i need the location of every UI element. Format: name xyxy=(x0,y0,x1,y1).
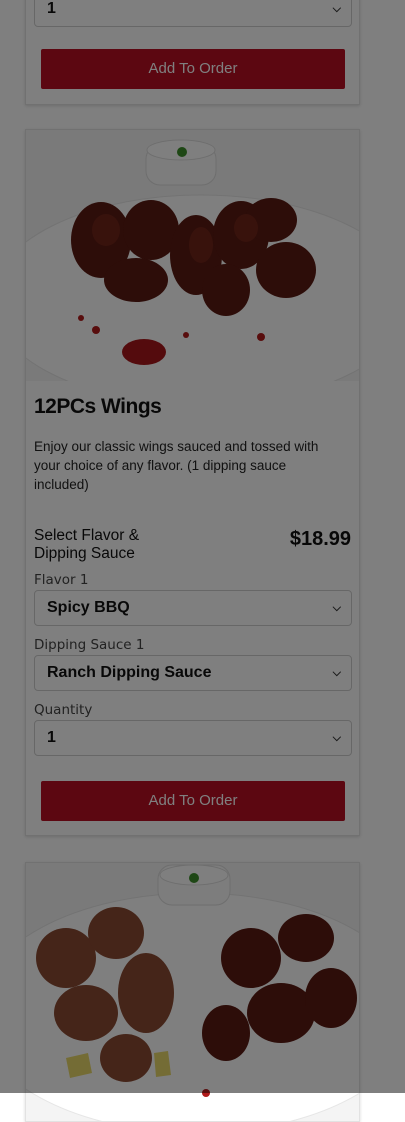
item-price: $18.99 xyxy=(289,528,351,550)
chevron-down-icon: ⌵ xyxy=(332,602,341,614)
quantity-value: 1 xyxy=(47,729,56,746)
quantity-label: Quantity xyxy=(34,702,93,718)
quantity-select[interactable]: 1 ⌵ xyxy=(34,720,352,756)
menu-item-card xyxy=(25,862,360,1122)
chevron-down-icon: ⌵ xyxy=(332,732,341,744)
add-to-order-button[interactable]: Add To Order xyxy=(41,49,345,89)
dipping-sauce-select[interactable]: Ranch Dipping Sauce ⌵ xyxy=(34,655,352,691)
menu-item-card: 12PCs Wings Enjoy our classic wings sauc… xyxy=(25,129,360,836)
wings-photo-image xyxy=(26,863,359,1121)
dipping-sauce-value: Ranch Dipping Sauce xyxy=(47,664,212,681)
dipping-sauce-label: Dipping Sauce 1 xyxy=(34,637,145,653)
menu-page: 1 ⌵ Add To Order 12PCs Wings Enjoy our c… xyxy=(0,0,405,1122)
flavor-value: Spicy BBQ xyxy=(47,599,130,616)
quantity-select[interactable]: 1 ⌵ xyxy=(34,0,352,27)
chevron-down-icon: ⌵ xyxy=(332,3,341,15)
item-description: Enjoy our classic wings sauced and tosse… xyxy=(34,439,319,492)
menu-item-card: 1 ⌵ Add To Order xyxy=(25,0,360,105)
options-label: Select Flavor & Dipping Sauce xyxy=(34,527,140,562)
wings-photo xyxy=(26,130,359,381)
chevron-down-icon: ⌵ xyxy=(332,667,341,679)
item-title: 12PCs Wings xyxy=(34,395,162,418)
quantity-value: 1 xyxy=(47,0,56,17)
wings-photo-image xyxy=(26,130,359,381)
flavor-label: Flavor 1 xyxy=(34,572,89,588)
flavor-select[interactable]: Spicy BBQ ⌵ xyxy=(34,590,352,626)
wings-photo xyxy=(26,863,359,1121)
add-to-order-button[interactable]: Add To Order xyxy=(41,781,345,821)
